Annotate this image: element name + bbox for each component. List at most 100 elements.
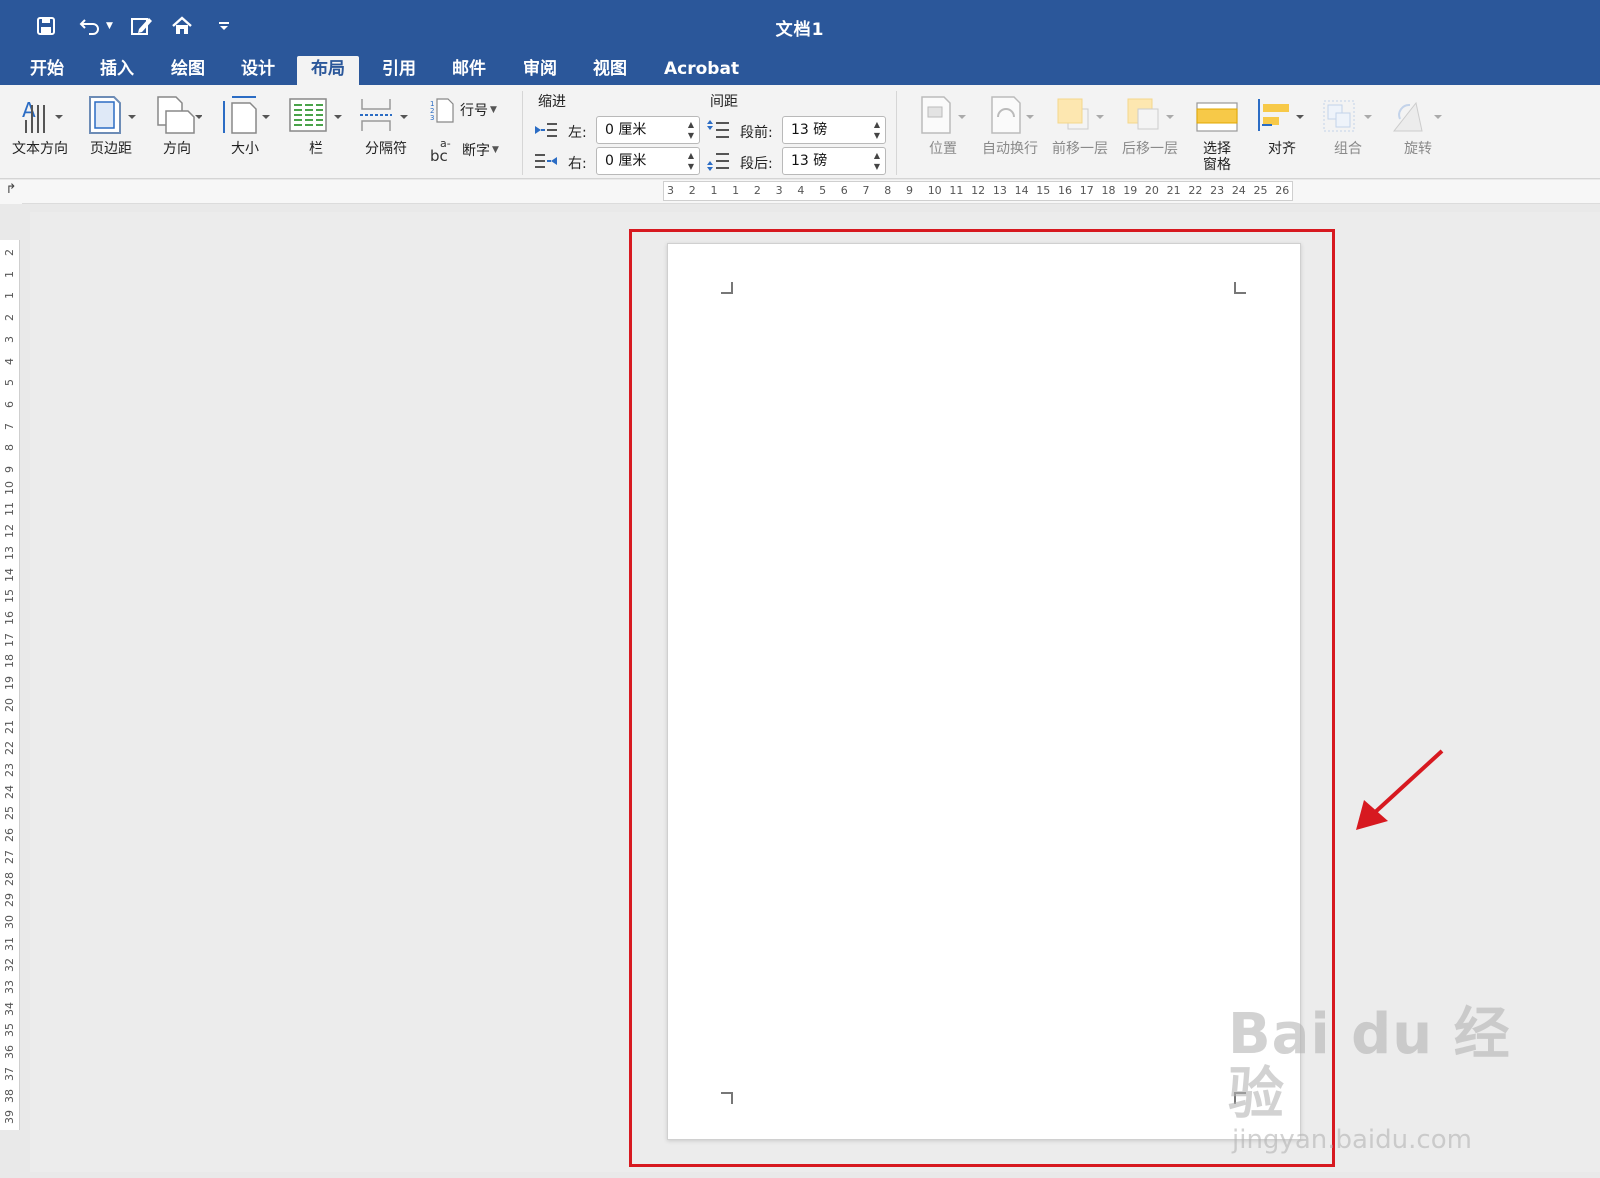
indent-left-input[interactable]: 0 厘米 ▲ ▼ bbox=[596, 116, 700, 144]
ribbon: A 文本方向 页边距 方向 大小 栏 分隔符 123 行号 ▼ a-bc 断字 … bbox=[0, 85, 1600, 179]
ruler-tick: 12 bbox=[971, 184, 986, 197]
ribbon-separator bbox=[896, 91, 897, 175]
tab-layout[interactable]: 布局 bbox=[297, 56, 359, 85]
document-title: 文档1 bbox=[775, 20, 825, 40]
indent-left-stepper-icon[interactable]: ▲ ▼ bbox=[686, 119, 696, 141]
indent-left-icon bbox=[535, 123, 557, 137]
tab-acrobat[interactable]: Acrobat bbox=[650, 56, 753, 85]
ruler-tick: 6 bbox=[3, 400, 16, 408]
columns-icon bbox=[289, 98, 342, 132]
text-direction-button[interactable]: A 文本方向 bbox=[12, 93, 68, 157]
horizontal-ruler[interactable]: 3 2 1 1 2 3 4 5 6 7 8 9 10 11 12 13 14 15 16 17 18 19 20 21 22 23… bbox=[663, 181, 1293, 201]
indent-right-stepper-icon[interactable]: ▲ ▼ bbox=[686, 150, 696, 172]
ribbon-tabs: 开始 插入 绘图 设计 布局 引用 邮件 审阅 视图 Acrobat bbox=[0, 50, 1600, 85]
spacing-before-stepper-icon[interactable]: ▲ ▼ bbox=[872, 119, 882, 141]
ruler-tick: 8 bbox=[884, 184, 892, 197]
ruler-tick: 38 bbox=[3, 1088, 16, 1103]
hyphenation-dropdown-icon: ▼ bbox=[492, 145, 499, 155]
ruler-tick: 34 bbox=[3, 1001, 16, 1016]
selection-pane-icon bbox=[1196, 102, 1238, 132]
size-button[interactable]: 大小 bbox=[220, 93, 270, 157]
tab-draw[interactable]: 绘图 bbox=[157, 56, 219, 85]
ruler-tick: 23 bbox=[1210, 184, 1225, 197]
indent-right-icon bbox=[535, 154, 557, 168]
bring-forward-button[interactable]: 前移一层 bbox=[1050, 93, 1110, 157]
orientation-button[interactable]: 方向 bbox=[152, 93, 202, 157]
ruler-tick: 1 bbox=[710, 184, 718, 197]
ruler-tick: 7 bbox=[862, 184, 870, 197]
tab-view[interactable]: 视图 bbox=[579, 56, 641, 85]
ruler-tick: 3 bbox=[3, 335, 16, 343]
ruler-tick: 21 bbox=[3, 719, 16, 734]
ruler-tick: 20 bbox=[3, 697, 16, 712]
indent-left-label: 左: bbox=[568, 125, 587, 141]
line-numbers-dropdown-icon: ▼ bbox=[490, 105, 497, 115]
title-bar: ▼ 文档1 bbox=[0, 0, 1600, 50]
ruler-tick: 2 bbox=[688, 184, 696, 197]
ruler-tick: 11 bbox=[949, 184, 964, 197]
spacing-before-label: 段前: bbox=[740, 125, 773, 141]
ruler-tick: 27 bbox=[3, 849, 16, 864]
ribbon-separator bbox=[522, 91, 523, 175]
ruler-tick: 17 bbox=[1079, 184, 1094, 197]
ruler-tick: 4 bbox=[3, 357, 16, 365]
line-numbers-icon: 123 bbox=[430, 98, 454, 123]
tab-review[interactable]: 审阅 bbox=[509, 56, 571, 85]
ruler-tick: 39 bbox=[3, 1110, 16, 1125]
ruler-tick: 1 bbox=[732, 184, 740, 197]
ruler-tick: 10 bbox=[927, 184, 942, 197]
ruler-tick: 28 bbox=[3, 871, 16, 886]
ruler-tick: 4 bbox=[797, 184, 805, 197]
ruler-tick: 16 bbox=[3, 611, 16, 626]
spacing-before-input[interactable]: 13 磅 ▲ ▼ bbox=[782, 116, 886, 144]
tab-insert[interactable]: 插入 bbox=[86, 56, 148, 85]
wrap-text-button[interactable]: 自动换行 bbox=[980, 93, 1040, 157]
columns-button[interactable]: 栏 bbox=[288, 93, 344, 157]
breaks-button[interactable]: 分隔符 bbox=[358, 93, 414, 157]
ruler-tick: 9 bbox=[3, 466, 16, 474]
ruler-tick: 15 bbox=[1036, 184, 1051, 197]
line-numbers-button[interactable]: 123 行号 ▼ bbox=[430, 97, 497, 123]
tab-home[interactable]: 开始 bbox=[16, 56, 78, 85]
ruler-tick: 13 bbox=[992, 184, 1007, 197]
spacing-after-stepper-icon[interactable]: ▲ ▼ bbox=[872, 150, 882, 172]
ruler-tick: 29 bbox=[3, 893, 16, 908]
ruler-tick: 14 bbox=[3, 567, 16, 582]
ruler-tick: 6 bbox=[840, 184, 848, 197]
ruler-tick: 37 bbox=[3, 1066, 16, 1081]
spacing-after-input[interactable]: 13 磅 ▲ ▼ bbox=[782, 147, 886, 175]
hyphenation-button[interactable]: a-bc 断字 ▼ bbox=[430, 135, 499, 165]
position-button[interactable]: 位置 bbox=[918, 93, 968, 157]
ruler-tick: 23 bbox=[3, 762, 16, 777]
selection-pane-button[interactable]: 选择 窗格 bbox=[1194, 93, 1240, 173]
spacing-after-icon bbox=[707, 153, 729, 171]
group-button[interactable]: 组合 bbox=[1318, 93, 1378, 157]
ruler-tick: 2 bbox=[3, 249, 16, 256]
svg-text:bc: bc bbox=[430, 147, 448, 165]
hyphenation-icon: a-bc bbox=[430, 137, 451, 165]
margins-button[interactable]: 页边距 bbox=[86, 93, 136, 157]
ruler-tick: 24 bbox=[1231, 184, 1246, 197]
ruler-tick: 11 bbox=[3, 502, 16, 517]
ruler-tick: 33 bbox=[3, 980, 16, 995]
rotate-button[interactable]: 旋转 bbox=[1388, 93, 1448, 157]
tab-selector-icon[interactable]: ↱ bbox=[0, 180, 22, 204]
send-backward-button[interactable]: 后移一层 bbox=[1120, 93, 1180, 157]
bring-forward-icon bbox=[1057, 98, 1104, 130]
ruler-tick: 10 bbox=[3, 480, 16, 495]
tab-references[interactable]: 引用 bbox=[368, 56, 430, 85]
ruler-tick: 25 bbox=[1253, 184, 1268, 197]
orientation-icon bbox=[157, 96, 202, 134]
ruler-tick: 1 bbox=[3, 292, 16, 300]
tab-mailings[interactable]: 邮件 bbox=[438, 56, 500, 85]
watermark-url: jingyan.baidu.com bbox=[1232, 1125, 1472, 1155]
ruler-tick: 9 bbox=[905, 184, 913, 197]
tab-design[interactable]: 设计 bbox=[227, 56, 289, 85]
indent-right-input[interactable]: 0 厘米 ▲ ▼ bbox=[596, 147, 700, 175]
rotate-icon bbox=[1392, 101, 1442, 132]
ruler-tick: 2 bbox=[753, 184, 761, 197]
svg-text:3: 3 bbox=[430, 114, 434, 122]
vertical-ruler[interactable]: 2 1 1 2 3 4 5 6 7 8 9 10 11 12 13 14 15 16 17 18 19 20 21 22 23 2… bbox=[0, 240, 20, 1130]
align-button[interactable]: 对齐 bbox=[1254, 93, 1310, 157]
ruler-tick: 7 bbox=[3, 422, 16, 430]
